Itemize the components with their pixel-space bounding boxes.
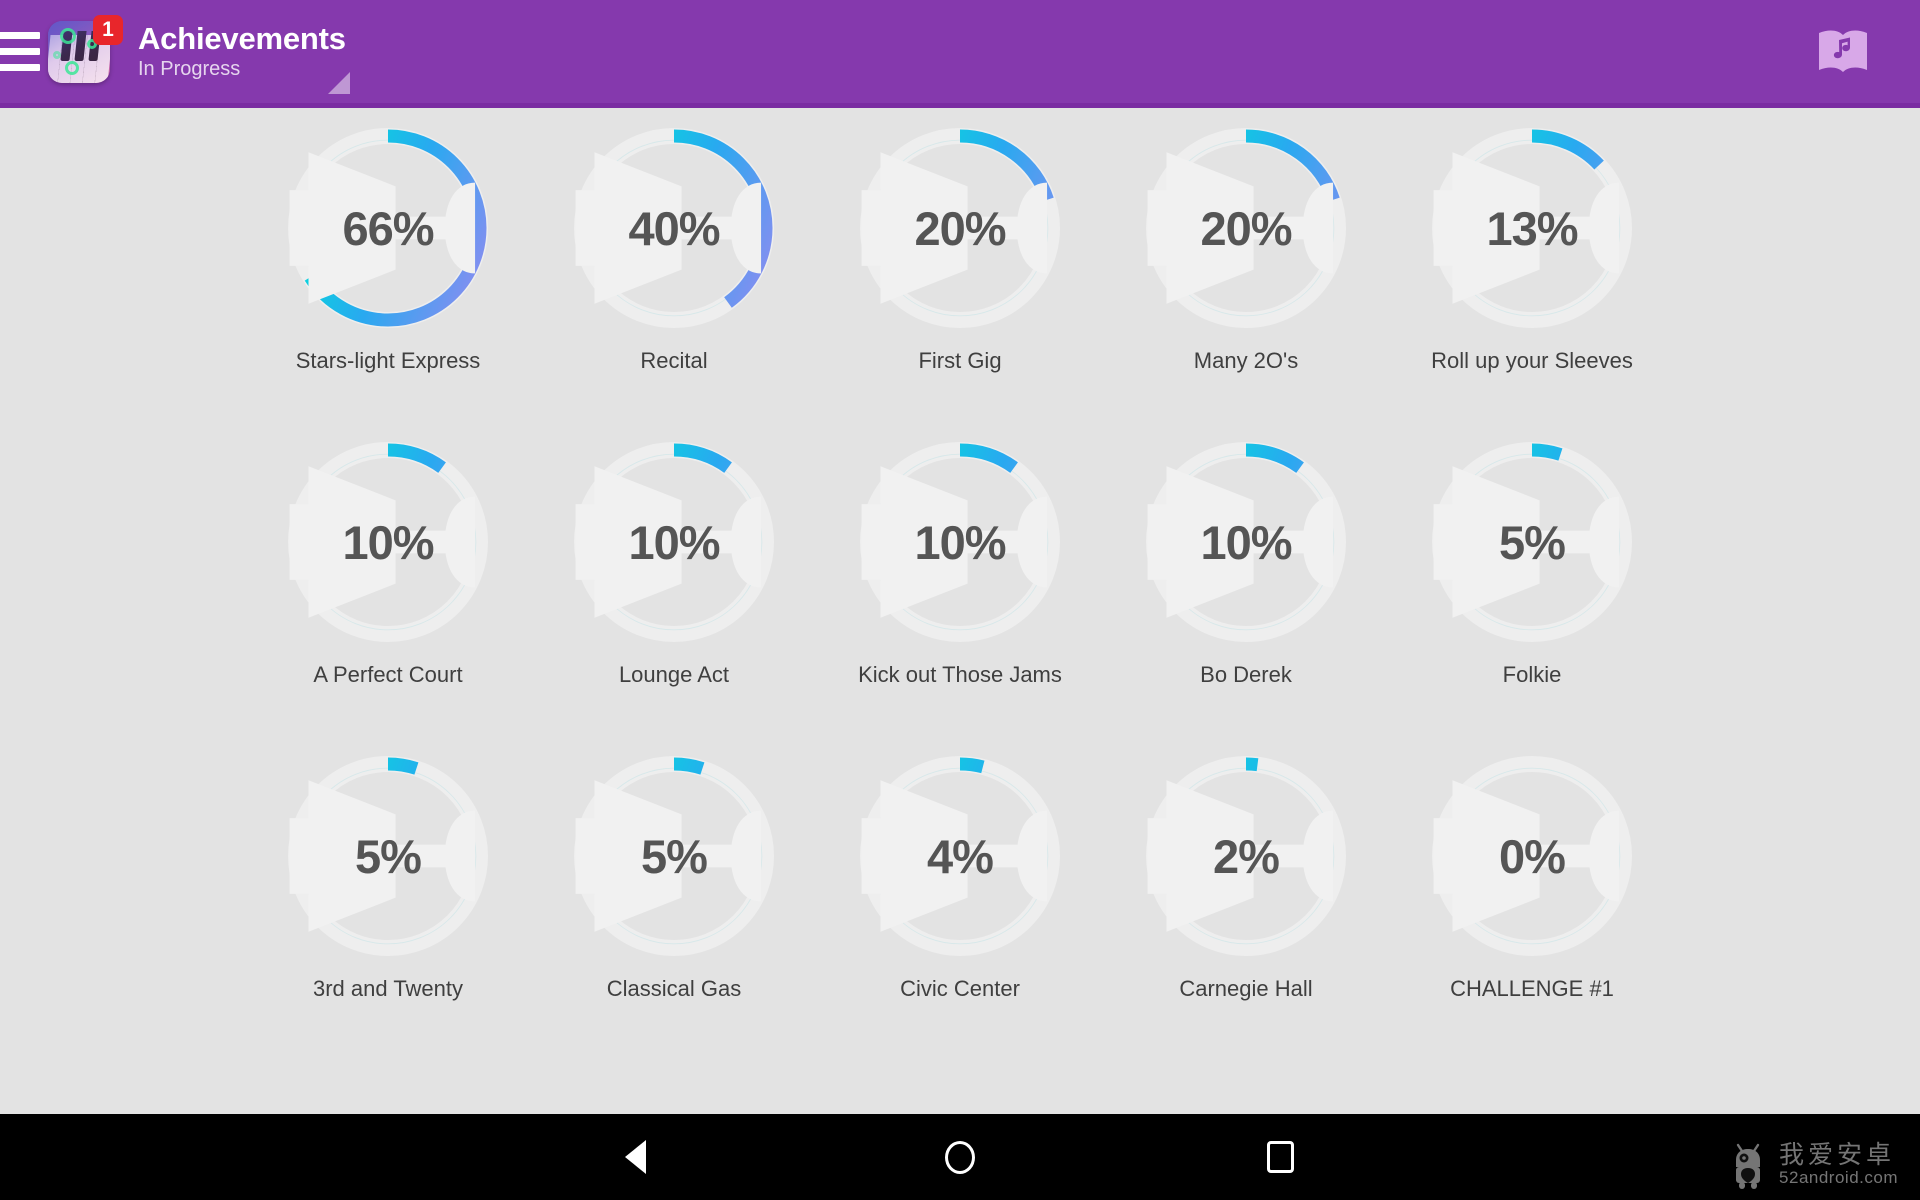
notification-badge: 1 bbox=[93, 14, 123, 45]
achievement-card[interactable]: 2% Carnegie Hall bbox=[1103, 750, 1389, 1064]
achievement-label: CHALLENGE #1 bbox=[1450, 976, 1614, 1001]
achievement-label: 3rd and Twenty bbox=[312, 976, 464, 1001]
app-icon-container[interactable]: 1 bbox=[48, 14, 123, 83]
progress-percent: 10% bbox=[914, 515, 1006, 569]
achievement-card[interactable]: 66% Stars-light Express bbox=[245, 122, 531, 436]
progress-ring: 0% bbox=[1426, 750, 1638, 962]
hamburger-menu-icon[interactable] bbox=[0, 32, 40, 71]
achievement-card[interactable]: 10% Lounge Act bbox=[531, 436, 817, 750]
ripple-icon bbox=[53, 50, 61, 59]
achievement-label: A Perfect Court bbox=[313, 662, 463, 687]
songbook-music-icon bbox=[1819, 30, 1867, 72]
progress-percent: 4% bbox=[927, 829, 994, 883]
nav-back-button[interactable] bbox=[560, 1114, 710, 1200]
achievement-card[interactable]: 5% Folkie bbox=[1389, 436, 1675, 750]
progress-percent: 5% bbox=[355, 829, 422, 883]
progress-percent: 5% bbox=[1499, 515, 1566, 569]
progress-ring: 5% bbox=[282, 750, 494, 962]
achievement-label: Classical Gas bbox=[606, 976, 742, 1001]
hamburger-bar bbox=[0, 64, 40, 71]
progress-ring: 5% bbox=[1426, 436, 1638, 648]
watermark: 我爱安卓 52android.com bbox=[1727, 1140, 1898, 1190]
achievement-label: Stars-light Express bbox=[295, 348, 481, 373]
progress-percent: 13% bbox=[1486, 201, 1578, 255]
hamburger-bar bbox=[0, 32, 40, 39]
achievement-card[interactable]: 40% Recital bbox=[531, 122, 817, 436]
progress-ring: 20% bbox=[1140, 122, 1352, 334]
nav-recents-button[interactable] bbox=[1205, 1114, 1355, 1200]
ripple-icon bbox=[60, 27, 76, 44]
progress-percent: 10% bbox=[1200, 515, 1292, 569]
achievement-label: Lounge Act bbox=[618, 662, 730, 687]
nav-home-button[interactable] bbox=[885, 1114, 1035, 1200]
achievement-label: Carnegie Hall bbox=[1179, 976, 1313, 1001]
progress-ring: 66% bbox=[282, 122, 494, 334]
progress-percent: 10% bbox=[342, 515, 434, 569]
achievement-card[interactable]: 5% 3rd and Twenty bbox=[245, 750, 531, 1064]
achievement-card[interactable]: 5% Classical Gas bbox=[531, 750, 817, 1064]
progress-percent: 2% bbox=[1213, 829, 1280, 883]
achievement-label: Kick out Those Jams bbox=[858, 662, 1062, 687]
achievement-card[interactable]: 10% A Perfect Court bbox=[245, 436, 531, 750]
progress-ring: 13% bbox=[1426, 122, 1638, 334]
progress-percent: 5% bbox=[641, 829, 708, 883]
achievements-grid: 66% Stars-light Express 40% Recital 20% … bbox=[0, 108, 1920, 1064]
achievement-label: Roll up your Sleeves bbox=[1431, 348, 1633, 373]
progress-ring: 5% bbox=[568, 750, 780, 962]
progress-ring: 2% bbox=[1140, 750, 1352, 962]
progress-percent: 66% bbox=[342, 201, 434, 255]
achievement-label: Bo Derek bbox=[1200, 662, 1292, 687]
achievement-label: Civic Center bbox=[900, 976, 1020, 1001]
achievement-label: Folkie bbox=[1502, 662, 1562, 687]
page-subtitle: In Progress bbox=[138, 58, 241, 81]
android-robot-icon bbox=[1736, 1143, 1761, 1189]
songbook-button[interactable] bbox=[1810, 23, 1876, 81]
progress-percent: 0% bbox=[1499, 829, 1566, 883]
header-titles: Achievements In Progress bbox=[138, 20, 346, 82]
page-title: Achievements bbox=[138, 20, 346, 56]
android-navigation-bar: 我爱安卓 52android.com bbox=[0, 1114, 1920, 1200]
progress-ring: 10% bbox=[1140, 436, 1352, 648]
progress-ring: 10% bbox=[568, 436, 780, 648]
achievements-scroll-area[interactable]: 66% Stars-light Express 40% Recital 20% … bbox=[0, 108, 1920, 1114]
achievement-card[interactable]: 20% First Gig bbox=[817, 122, 1103, 436]
recents-square-icon bbox=[1266, 1141, 1294, 1173]
watermark-chinese: 我爱安卓 bbox=[1779, 1140, 1896, 1169]
achievement-label: Many 2O's bbox=[1193, 348, 1299, 373]
progress-ring: 10% bbox=[854, 436, 1066, 648]
screen-root: 1 Achievements In Progress 66% Stars-lig… bbox=[0, 0, 1920, 1200]
home-circle-icon bbox=[945, 1140, 975, 1174]
progress-ring: 4% bbox=[854, 750, 1066, 962]
achievement-card[interactable]: 4% Civic Center bbox=[817, 750, 1103, 1064]
progress-ring: 40% bbox=[568, 122, 780, 334]
achievement-label: Recital bbox=[640, 348, 708, 373]
achievement-card[interactable]: 20% Many 2O's bbox=[1103, 122, 1389, 436]
ripple-icon bbox=[65, 60, 79, 75]
watermark-text: 我爱安卓 52android.com bbox=[1779, 1140, 1898, 1189]
progress-percent: 20% bbox=[914, 201, 1006, 255]
achievement-card[interactable]: 10% Bo Derek bbox=[1103, 436, 1389, 750]
progress-percent: 20% bbox=[1200, 201, 1292, 255]
app-header: 1 Achievements In Progress bbox=[0, 0, 1920, 108]
watermark-domain: 52android.com bbox=[1779, 1167, 1898, 1187]
achievement-card[interactable]: 13% Roll up your Sleeves bbox=[1389, 122, 1675, 436]
progress-ring: 20% bbox=[854, 122, 1066, 334]
progress-ring: 10% bbox=[282, 436, 494, 648]
achievement-card[interactable]: 10% Kick out Those Jams bbox=[817, 436, 1103, 750]
achievement-card[interactable]: 0% CHALLENGE #1 bbox=[1389, 750, 1675, 1064]
achievement-label: First Gig bbox=[918, 348, 1002, 373]
progress-percent: 10% bbox=[628, 515, 720, 569]
corner-triangle-icon bbox=[328, 72, 350, 94]
hamburger-bar bbox=[0, 48, 40, 55]
back-triangle-icon bbox=[624, 1140, 646, 1174]
progress-percent: 40% bbox=[628, 201, 720, 255]
